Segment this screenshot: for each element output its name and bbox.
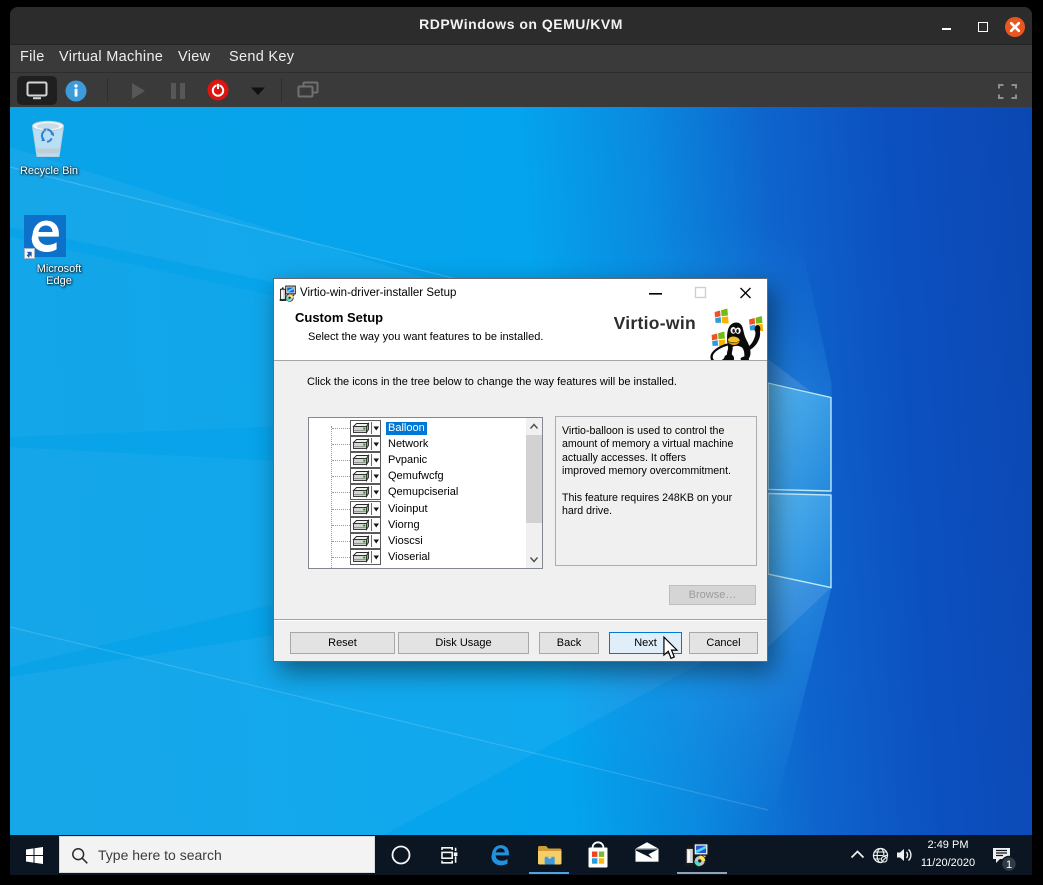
svg-text:1: 1	[1006, 859, 1012, 871]
